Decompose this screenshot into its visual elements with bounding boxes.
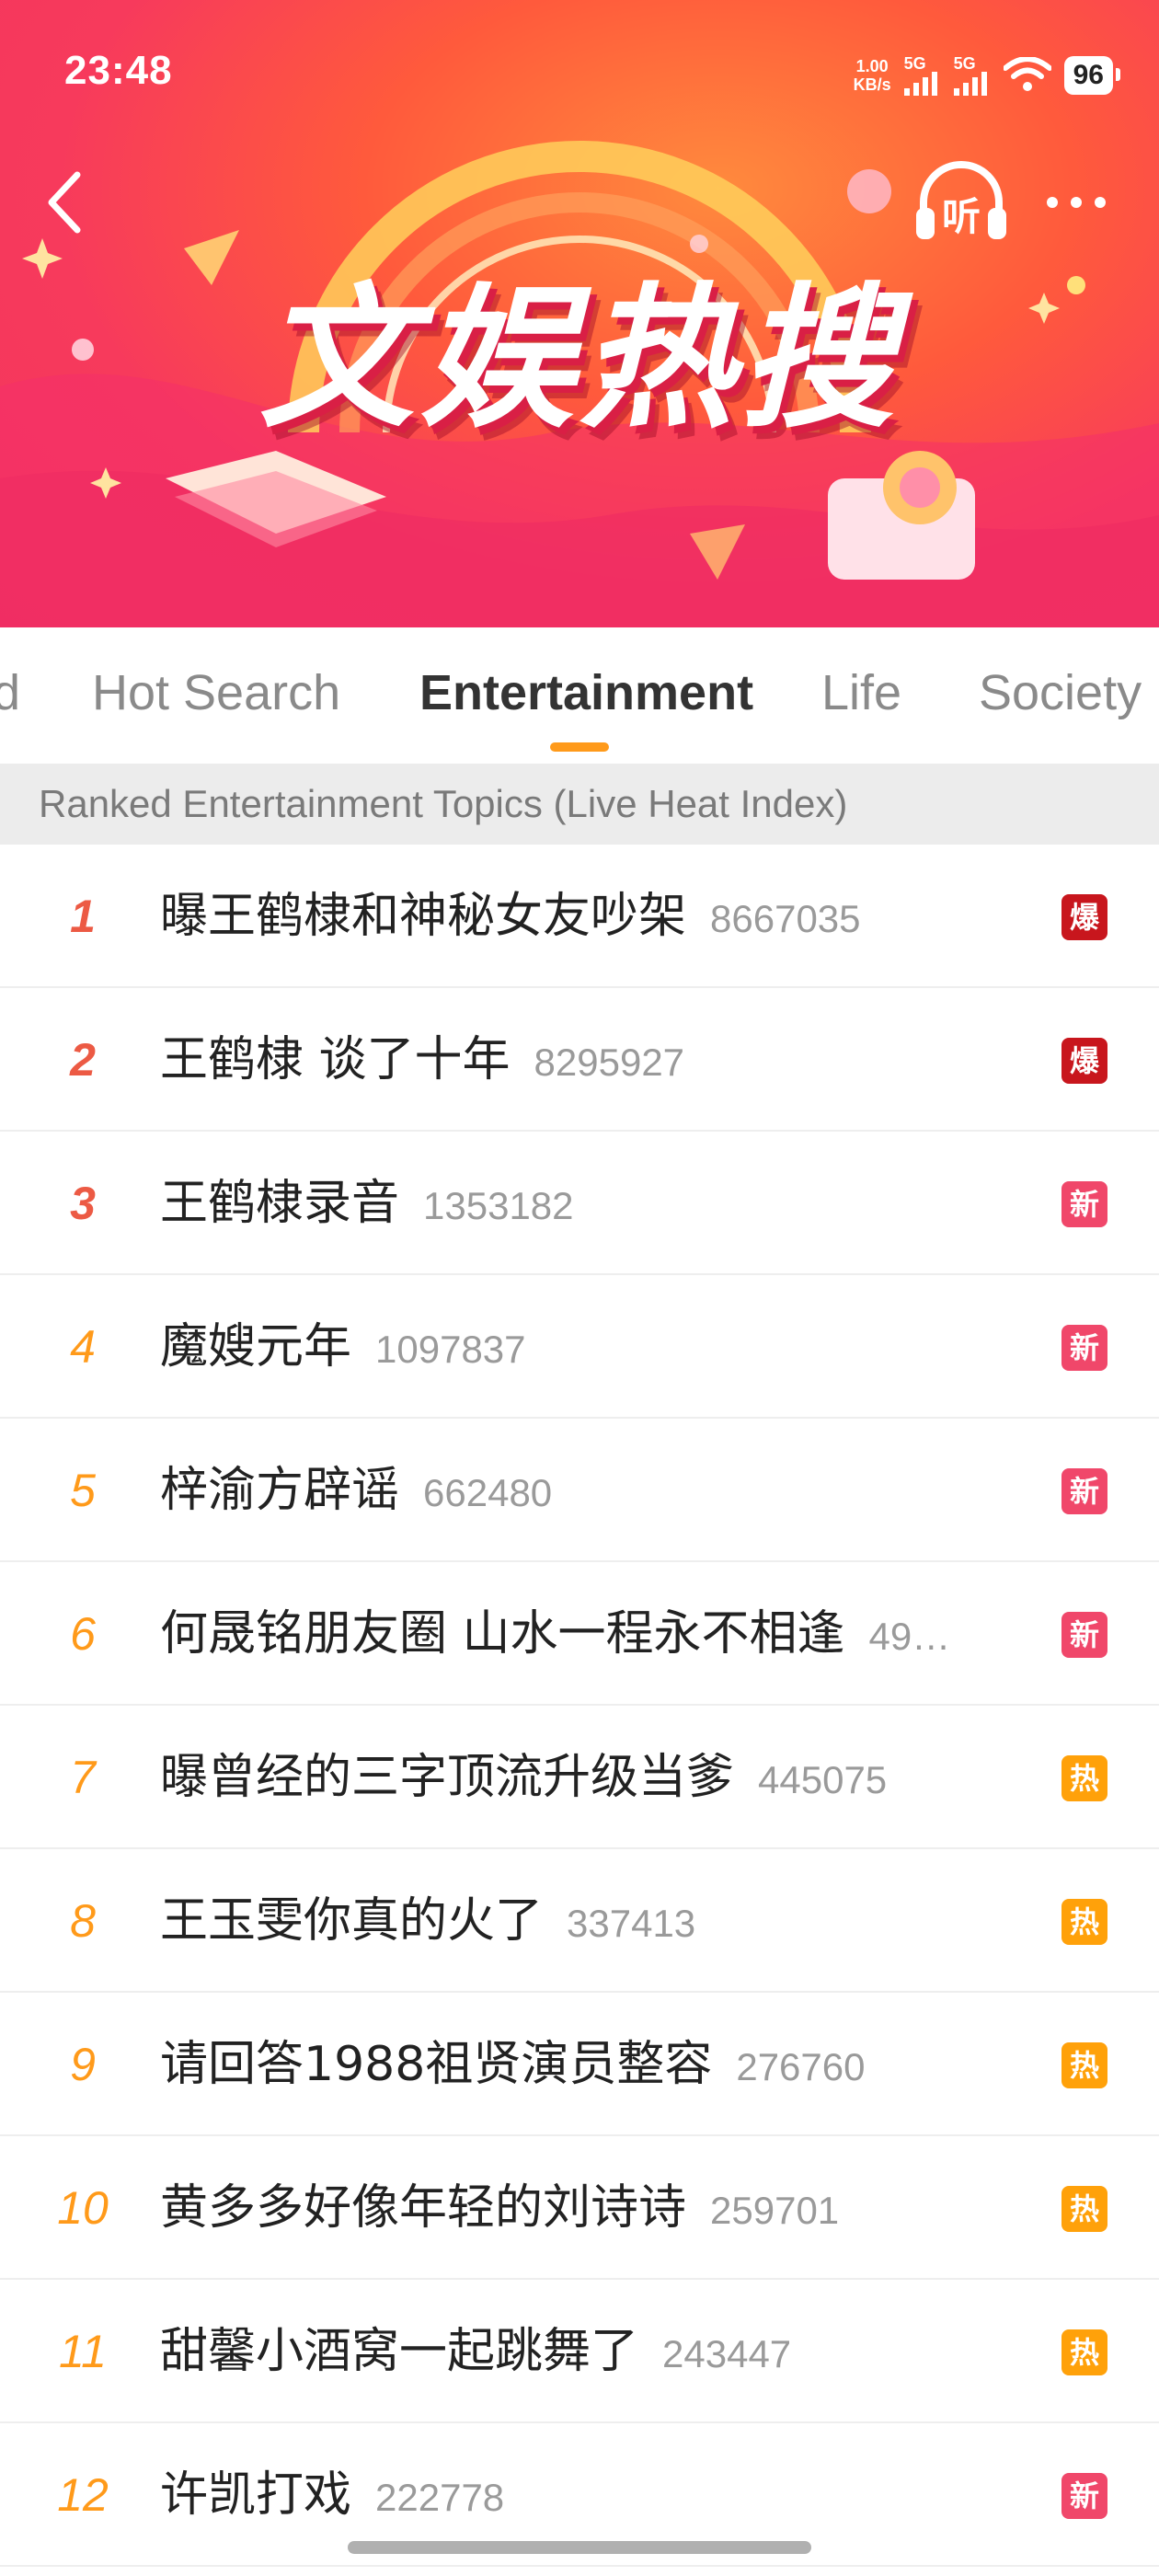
status-badge: 爆 — [1061, 894, 1107, 940]
rank-number: 4 — [70, 1321, 96, 1373]
topic-title: 许凯打戏 — [160, 2467, 352, 2523]
list-item[interactable]: 1 曝王鹤棣和神秘女友吵架 8667035 爆 — [0, 845, 1159, 988]
battery-indicator: 96 — [1063, 56, 1121, 95]
status-badge: 热 — [1061, 2329, 1107, 2375]
listen-button[interactable]: 听 — [911, 156, 1012, 248]
heat-index: 1353182 — [423, 1184, 574, 1227]
signal-bars-icon — [953, 72, 987, 96]
chevron-left-icon — [48, 171, 81, 234]
topic-title: 黄多多好像年轻的刘诗诗 — [160, 2180, 687, 2236]
status-badge: 热 — [1061, 1899, 1107, 1945]
topic-title: 王鹤棣 谈了十年 — [160, 1032, 511, 1087]
heat-index: 8667035 — [710, 897, 861, 940]
list-item[interactable]: 6 何晟铭朋友圈 山水一程永不相逢 49… 新 — [0, 1562, 1159, 1706]
heat-index: 337413 — [567, 1902, 696, 1945]
network-speed-unit: KB/s — [853, 75, 891, 94]
topic-title: 请回答1988祖贤演员整容 — [160, 2037, 713, 2092]
back-button[interactable] — [37, 166, 92, 239]
rank-number: 7 — [70, 1752, 96, 1803]
list-item[interactable]: 7 曝曾经的三字顶流升级当爹 445075 热 — [0, 1706, 1159, 1849]
topic-title: 王鹤棣录音 — [160, 1176, 400, 1231]
list-header: Ranked Entertainment Topics (Live Heat I… — [0, 764, 1159, 845]
status-time: 23:48 — [64, 48, 173, 93]
heat-index: 8295927 — [534, 1041, 685, 1084]
status-badge: 热 — [1061, 2042, 1107, 2088]
tab-society[interactable]: Society — [979, 664, 1142, 721]
rank-number: 5 — [70, 1465, 96, 1516]
rank-number: 1 — [70, 891, 96, 942]
hot-search-list: 1 曝王鹤棣和神秘女友吵架 8667035 爆 2 王鹤棣 谈了十年 8295927… — [0, 845, 1159, 2567]
rank-number: 3 — [70, 1178, 96, 1229]
topic-title: 王玉雯你真的火了 — [160, 1893, 544, 1949]
heat-index: 276760 — [736, 2045, 866, 2088]
rank-number: 10 — [57, 2182, 109, 2234]
header-banner: 23:48 1.00 KB/s 5G 5G 96 听 文娱热搜 — [0, 0, 1159, 627]
list-item[interactable]: 5 梓渝方辟谣 662480 新 — [0, 1419, 1159, 1562]
list-item[interactable]: 11 甜馨小酒窝一起跳舞了 243447 热 — [0, 2280, 1159, 2423]
wifi-icon — [1003, 57, 1051, 91]
status-badge: 爆 — [1061, 1038, 1107, 1084]
home-indicator[interactable] — [348, 2541, 811, 2554]
tab-life[interactable]: Life — [821, 664, 901, 721]
status-badge: 新 — [1061, 1181, 1107, 1227]
more-options-button[interactable] — [1039, 175, 1113, 230]
list-item[interactable]: 8 王玉雯你真的火了 337413 热 — [0, 1849, 1159, 1993]
headphones-icon: 听 — [916, 161, 1006, 239]
status-badge: 新 — [1061, 1468, 1107, 1514]
topic-title: 魔嫂元年 — [160, 1319, 352, 1374]
active-tab-indicator — [550, 742, 609, 752]
status-badge: 热 — [1061, 1755, 1107, 1801]
heat-index: 445075 — [758, 1758, 888, 1801]
heat-index: 222778 — [375, 2476, 505, 2519]
rank-number: 9 — [70, 2039, 96, 2090]
signal-5g-2: 5G — [953, 54, 991, 96]
list-item[interactable]: 9 请回答1988祖贤演员整容 276760 热 — [0, 1993, 1159, 2136]
heat-index: 259701 — [710, 2189, 840, 2232]
network-speed: 1.00 KB/s — [854, 57, 891, 94]
rank-number: 2 — [70, 1034, 96, 1086]
tab-hot-search[interactable]: Hot Search — [92, 664, 340, 721]
tab-entertainment[interactable]: Entertainment — [419, 664, 753, 721]
rank-number: 8 — [70, 1895, 96, 1947]
banner-title: 文娱热搜 — [259, 269, 900, 449]
status-badge: 新 — [1061, 2473, 1107, 2519]
status-icons: 1.00 KB/s 5G 5G 96 — [854, 48, 1121, 103]
more-dots-icon — [1047, 197, 1106, 208]
topic-title: 曝曾经的三字顶流升级当爹 — [160, 1750, 735, 1805]
rank-number: 6 — [70, 1608, 96, 1660]
list-item[interactable]: 10 黄多多好像年轻的刘诗诗 259701 热 — [0, 2136, 1159, 2280]
list-item[interactable]: 2 王鹤棣 谈了十年 8295927 爆 — [0, 988, 1159, 1132]
heat-index: 243447 — [662, 2332, 792, 2375]
topic-title: 曝王鹤棣和神秘女友吵架 — [160, 889, 687, 944]
rank-number: 12 — [57, 2469, 109, 2521]
list-item[interactable]: 3 王鹤棣录音 1353182 新 — [0, 1132, 1159, 1275]
status-badge: 新 — [1061, 1612, 1107, 1658]
status-badge: 热 — [1061, 2186, 1107, 2232]
listen-label: 听 — [942, 194, 981, 239]
network-speed-value: 1.00 — [855, 57, 889, 75]
topic-title: 梓渝方辟谣 — [160, 1463, 400, 1518]
heat-index: 1097837 — [375, 1328, 526, 1371]
signal-label: 5G — [953, 54, 976, 73]
status-badge: 新 — [1061, 1325, 1107, 1371]
signal-5g-1: 5G — [903, 54, 941, 96]
tab-previous-partial[interactable]: d — [0, 664, 20, 721]
signal-label: 5G — [903, 54, 926, 73]
topic-title: 甜馨小酒窝一起跳舞了 — [160, 2324, 639, 2379]
heat-index: 49… — [868, 1615, 951, 1658]
list-item[interactable]: 4 魔嫂元年 1097837 新 — [0, 1275, 1159, 1419]
topic-title: 何晟铭朋友圈 山水一程永不相逢 — [160, 1606, 845, 1662]
signal-bars-icon — [903, 72, 937, 96]
rank-number: 11 — [59, 2326, 107, 2377]
heat-index: 662480 — [423, 1471, 553, 1514]
